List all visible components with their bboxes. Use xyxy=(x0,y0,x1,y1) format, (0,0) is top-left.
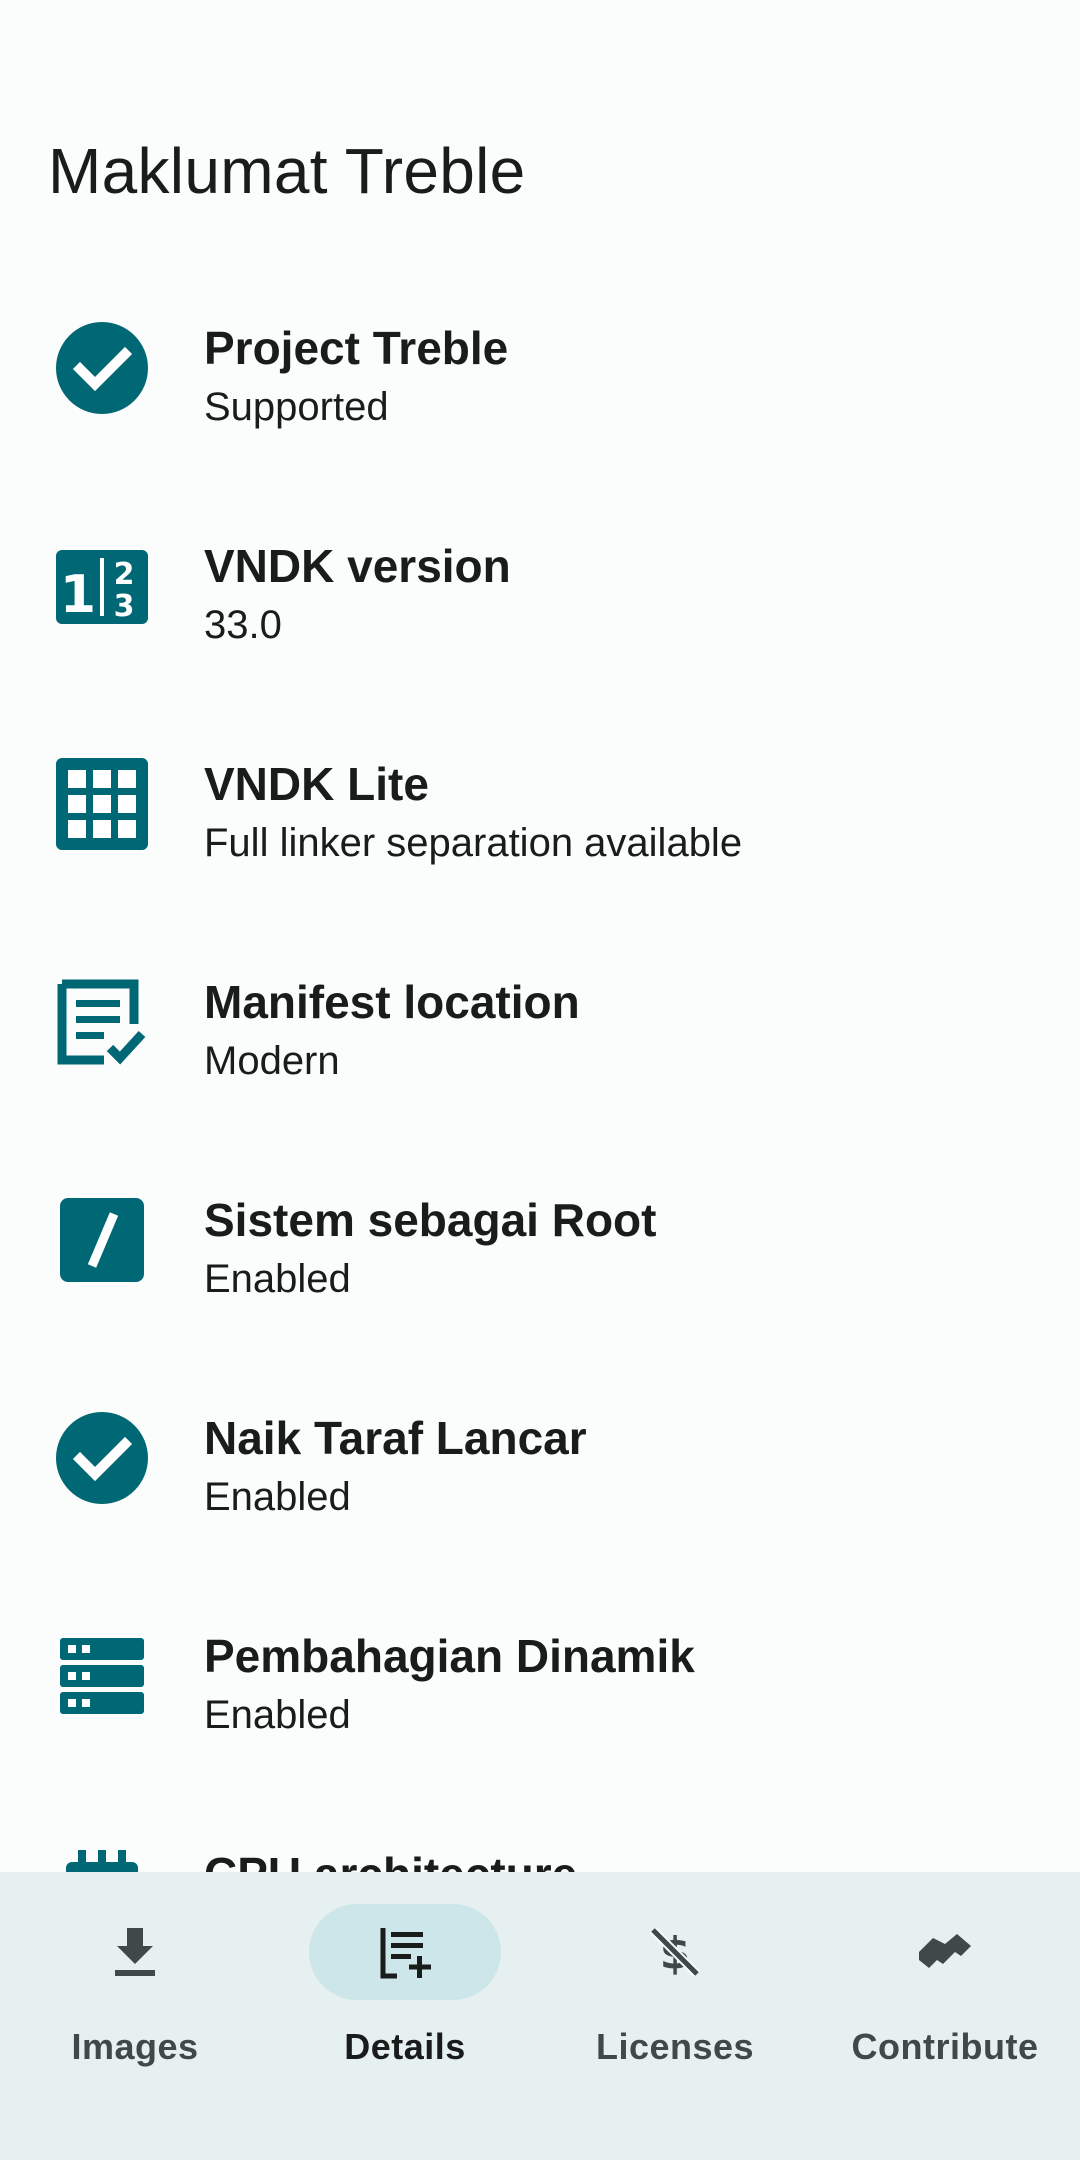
nav-pill xyxy=(39,1904,231,2000)
nav-label: Licenses xyxy=(595,2026,755,2067)
list-item-vndk-lite[interactable]: VNDK Lite Full linker separation availab… xyxy=(0,726,1080,944)
item-value: Enabled xyxy=(204,1257,351,1301)
item-title: Naik Taraf Lancar xyxy=(204,1412,587,1464)
nav-label: Images xyxy=(71,2026,199,2067)
item-value: Modern xyxy=(204,1039,340,1083)
manifest-check-icon xyxy=(52,972,152,1072)
item-title: Manifest location xyxy=(204,976,580,1028)
item-value: Enabled xyxy=(204,1475,351,1519)
item-title: VNDK Lite xyxy=(204,758,429,810)
playlist-add-icon xyxy=(380,1928,431,1979)
nav-item-images[interactable]: Images xyxy=(0,1904,270,2104)
nav-pill-active xyxy=(309,1904,501,2000)
svg-text:3: 3 xyxy=(114,589,135,624)
list-item-system-as-root[interactable]: Sistem sebagai Root Enabled xyxy=(0,1162,1080,1380)
page-title: Maklumat Treble xyxy=(48,135,526,207)
nav-item-details[interactable]: Details xyxy=(270,1904,540,2104)
list-item-dynamic-partitions[interactable]: Pembahagian Dinamik Enabled xyxy=(0,1598,1080,1816)
numbers-icon: 1 2 3 xyxy=(52,536,152,636)
list-item-vndk-version[interactable]: 1 2 3 VNDK version 33.0 xyxy=(0,508,1080,726)
nav-label: Details xyxy=(344,2026,466,2067)
slash-square-icon xyxy=(52,1190,152,1290)
bottom-navigation: Images Details $ xyxy=(0,1872,1080,2160)
item-value: Enabled xyxy=(204,1693,351,1737)
nav-item-licenses[interactable]: $ Licenses xyxy=(540,1904,810,2104)
check-circle-icon xyxy=(52,1408,152,1508)
item-title: VNDK version xyxy=(204,540,511,592)
nav-pill xyxy=(849,1904,1041,2000)
list-item-project-treble[interactable]: Project Treble Supported xyxy=(0,290,1080,508)
nav-pill: $ xyxy=(579,1904,771,2000)
handshake-icon xyxy=(919,1934,971,1968)
item-value: Full linker separation available xyxy=(204,821,743,865)
item-value: Supported xyxy=(204,385,389,429)
svg-text:2: 2 xyxy=(114,557,135,592)
item-title: Project Treble xyxy=(204,322,509,374)
grid-icon xyxy=(52,754,152,854)
item-title: Pembahagian Dinamik xyxy=(204,1630,695,1682)
treble-info-screen: Maklumat Treble Project Treble Supported… xyxy=(0,0,1080,2160)
money-off-icon: $ xyxy=(649,1926,701,1979)
item-value: 33.0 xyxy=(204,603,282,647)
info-list[interactable]: Project Treble Supported 1 2 3 VNDK vers… xyxy=(0,290,1080,2034)
storage-icon xyxy=(52,1626,152,1726)
item-title: Sistem sebagai Root xyxy=(204,1194,657,1246)
nav-item-contribute[interactable]: Contribute xyxy=(810,1904,1080,2104)
list-item-manifest-location[interactable]: Manifest location Modern xyxy=(0,944,1080,1162)
svg-text:1: 1 xyxy=(60,565,96,625)
nav-label: Contribute xyxy=(851,2026,1039,2067)
check-circle-icon xyxy=(52,318,152,418)
download-icon xyxy=(115,1928,155,1976)
list-item-seamless-update[interactable]: Naik Taraf Lancar Enabled xyxy=(0,1380,1080,1598)
